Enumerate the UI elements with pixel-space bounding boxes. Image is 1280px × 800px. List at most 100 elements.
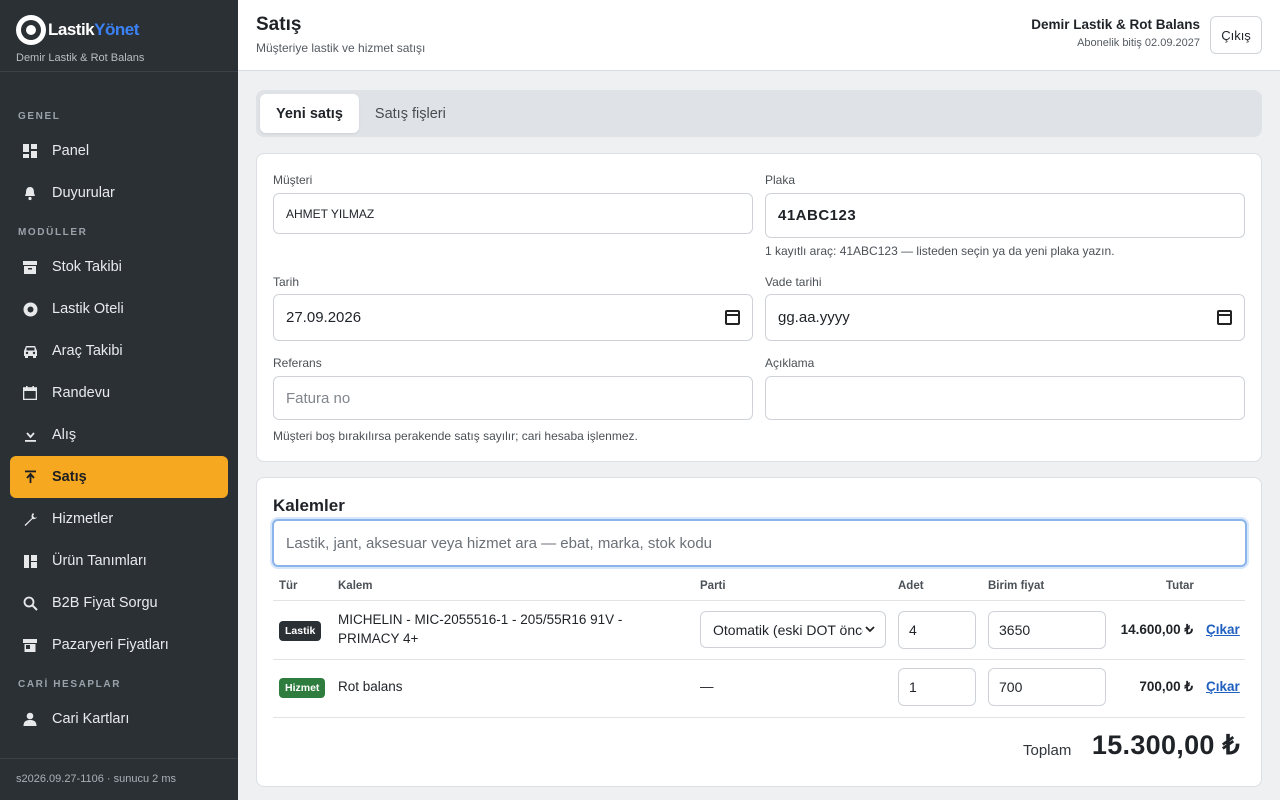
sidebar-item-satis[interactable]: Satış: [10, 456, 228, 498]
sidebar-item-label: Alış: [52, 427, 77, 443]
item-name: MICHELIN - MIC-2055516-1 - 205/55R16 91V…: [338, 612, 623, 646]
page-title: Satış: [256, 14, 302, 35]
person-icon: [22, 711, 38, 727]
quantity-input[interactable]: 1: [898, 668, 976, 706]
tab-satis-fisleri[interactable]: Satış fişleri: [359, 94, 462, 133]
quantity-input[interactable]: 4: [898, 611, 976, 649]
search-icon: [22, 595, 38, 611]
batch-select[interactable]: Otomatik (eski DOT önce: [700, 611, 886, 648]
sidebar-item-urun-tanimlari[interactable]: Ürün Tanımları: [10, 540, 228, 582]
batch-none: —: [700, 679, 714, 694]
item-name: Rot balans: [338, 679, 403, 694]
plate-hint: 1 kayıtlı araç: 41ABC123 — listeden seçi…: [765, 244, 1115, 258]
date-field[interactable]: 27.09.2026: [273, 294, 753, 341]
sidebar-item-hizmetler[interactable]: Hizmetler: [10, 498, 228, 540]
reference-field[interactable]: Fatura no: [273, 376, 753, 420]
row-divider: [273, 659, 1245, 660]
logout-button[interactable]: Çıkış: [1210, 16, 1262, 54]
sidebar-item-panel[interactable]: Panel: [10, 130, 228, 172]
dashboard-icon: [22, 143, 38, 159]
sidebar-item-label: B2B Fiyat Sorgu: [52, 595, 158, 611]
unit-price-input[interactable]: 3650: [988, 611, 1106, 649]
sidebar-item-pazaryeri-fiyatlari[interactable]: Pazaryeri Fiyatları: [10, 624, 228, 666]
remove-item-button[interactable]: Çıkar: [1206, 622, 1240, 637]
type-badge-lastik: Lastik: [279, 621, 322, 641]
chevron-down-icon: [863, 622, 877, 636]
sidebar-item-arac-takibi[interactable]: Araç Takibi: [10, 330, 228, 372]
total-amount: 15.300,00 ₺: [1091, 730, 1240, 760]
column-header-qty: Adet: [898, 580, 924, 592]
total-label: Toplam: [1023, 742, 1072, 759]
sidebar-item-label: Ürün Tanımları: [52, 553, 147, 569]
row-divider: [273, 600, 1245, 601]
sidebar: LastikYönet Demir Lastik & Rot Balans GE…: [0, 0, 238, 800]
sidebar-item-label: Satış: [52, 469, 87, 485]
sidebar-item-label: Hizmetler: [52, 511, 114, 527]
sidebar-item-label: Duyurular: [52, 185, 115, 201]
tire-logo-icon: [16, 15, 46, 45]
logo[interactable]: LastikYönet: [16, 14, 222, 46]
sidebar-item-randevu[interactable]: Randevu: [10, 372, 228, 414]
sidebar-item-cari-kartlari[interactable]: Cari Kartları: [10, 698, 228, 740]
plate-field[interactable]: 41ABC123: [765, 193, 1245, 238]
customer-field[interactable]: AHMET YILMAZ: [273, 193, 753, 234]
section-genel: GENEL: [18, 111, 61, 122]
column-header-item: Kalem: [338, 580, 373, 592]
line-amount: 14.600,00 ₺: [1120, 622, 1193, 637]
section-cari-hesaplar: CARİ HESAPLAR: [18, 679, 122, 690]
sidebar-item-label: Cari Kartları: [52, 711, 130, 727]
line-amount: 700,00 ₺: [1139, 679, 1193, 694]
company-name: Demir Lastik & Rot Balans: [1031, 17, 1200, 32]
reference-label: Referans: [273, 356, 322, 370]
archive-box-icon: [22, 259, 38, 275]
brand-subtitle: Demir Lastik & Rot Balans: [16, 52, 145, 64]
calendar-picker-icon[interactable]: [1217, 310, 1232, 325]
bell-icon: [22, 185, 38, 201]
tab-bar: Yeni satış Satış fişleri: [256, 90, 1262, 137]
logo-text-lastik: Lastik: [48, 20, 95, 39]
sidebar-item-stok-takibi[interactable]: Stok Takibi: [10, 246, 228, 288]
sidebar-item-b2b-fiyat-sorgu[interactable]: B2B Fiyat Sorgu: [10, 582, 228, 624]
batch-select-value: Otomatik (eski DOT önce: [713, 621, 870, 638]
sidebar-item-label: Panel: [52, 143, 90, 159]
column-header-unit-price: Birim fiyat: [988, 580, 1045, 592]
sale-items-card: Kalemler Lastik, jant, aksesuar veya hiz…: [256, 477, 1262, 787]
sidebar-item-label: Randevu: [52, 385, 111, 401]
sidebar-item-label: Pazaryeri Fiyatları: [52, 637, 169, 653]
customer-label: Müşteri: [273, 173, 313, 187]
tab-yeni-satis[interactable]: Yeni satış: [260, 94, 359, 133]
top-header: Satış Müşteriye lastik ve hizmet satışı …: [238, 0, 1280, 71]
remove-item-button[interactable]: Çıkar: [1206, 679, 1240, 694]
column-header-amount: Tutar: [1166, 580, 1194, 592]
description-label: Açıklama: [765, 356, 815, 370]
due-date-field[interactable]: gg.aa.yyyy: [765, 294, 1245, 341]
upload-icon: [22, 469, 38, 485]
tire-icon: [22, 301, 38, 317]
date-label: Tarih: [273, 275, 300, 289]
list-icon: [22, 553, 38, 569]
calendar-icon: [22, 385, 38, 401]
sidebar-item-label: Lastik Oteli: [52, 301, 124, 317]
column-header-batch: Parti: [700, 580, 726, 592]
row-divider: [273, 717, 1245, 718]
sidebar-item-alis[interactable]: Alış: [10, 414, 228, 456]
sidebar-item-label: Araç Takibi: [52, 343, 123, 359]
description-field[interactable]: [765, 376, 1245, 420]
due-date-placeholder: gg.aa.yyyy: [778, 309, 850, 326]
download-icon: [22, 427, 38, 443]
sidebar-item-label: Stok Takibi: [52, 259, 122, 275]
page-subtitle: Müşteriye lastik ve hizmet satışı: [256, 41, 426, 55]
unit-price-input[interactable]: 700: [988, 668, 1106, 706]
items-title: Kalemler: [273, 496, 345, 515]
item-search-input[interactable]: Lastik, jant, aksesuar veya hizmet ara —…: [272, 519, 1247, 567]
sidebar-item-lastik-oteli[interactable]: Lastik Oteli: [10, 288, 228, 330]
logo-text-yonet: Yönet: [94, 20, 139, 39]
brand: LastikYönet Demir Lastik & Rot Balans: [0, 0, 238, 72]
sidebar-item-duyurular[interactable]: Duyurular: [10, 172, 228, 214]
calendar-picker-icon[interactable]: [725, 310, 740, 325]
type-badge-hizmet: Hizmet: [279, 678, 326, 698]
retail-sale-hint: Müşteri boş bırakılırsa perakende satış …: [273, 429, 638, 443]
store-icon: [22, 637, 38, 653]
sale-form-card: Müşteri AHMET YILMAZ Plaka 41ABC123 1 ka…: [256, 153, 1262, 462]
column-header-type: Tür: [279, 580, 298, 592]
